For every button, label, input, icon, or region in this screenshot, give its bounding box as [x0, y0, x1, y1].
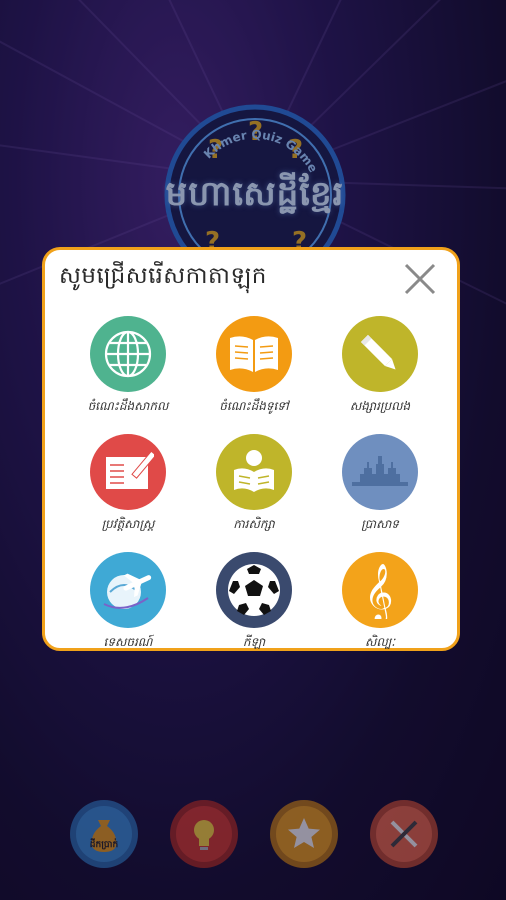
bottom-toolbar: ដីកប្រាក់: [70, 800, 440, 870]
category-item[interactable]: ចំណេះដឹងទូទៅ: [191, 316, 317, 414]
category-circle: 𝄞: [342, 552, 418, 628]
category-circle: [342, 316, 418, 392]
pencil-icon: [360, 334, 396, 370]
category-label: ចំណេះដឹងសាកល: [87, 399, 169, 413]
category-item[interactable]: ប្រាសាទ: [317, 434, 443, 532]
category-label: ការសិក្សា: [233, 517, 275, 531]
category-circle: [342, 434, 418, 510]
category-label: សិល្បៈ: [364, 635, 396, 649]
category-label: ទេសចរណ៍: [103, 635, 153, 649]
lightbulb-icon: [194, 820, 214, 850]
category-label: ប្រាសាទ: [361, 517, 399, 531]
airplane-globe-icon: [103, 573, 152, 609]
rate-button[interactable]: [270, 800, 338, 868]
category-label: ប្រវត្តិសាស្ត្រ: [101, 517, 155, 531]
category-circle: [216, 316, 292, 392]
category-label: សង្សារប្រលង: [349, 399, 411, 413]
account-label: ដីកប្រាក់: [89, 840, 119, 850]
account-button[interactable]: ដីកប្រាក់: [70, 800, 138, 868]
category-circle: [90, 316, 166, 392]
category-item[interactable]: 𝄞 សិល្បៈ: [317, 552, 443, 650]
category-circle: [216, 434, 292, 510]
dialog-title: សូមជ្រើសរើសកាតាឡុក: [59, 263, 267, 289]
category-item[interactable]: កីឡា: [191, 552, 317, 650]
temple-skyline-icon: [352, 456, 408, 486]
globe-icon: [104, 330, 152, 378]
category-item[interactable]: ប្រវត្តិសាស្ត្រ: [65, 434, 191, 532]
category-circle: [216, 552, 292, 628]
category-dialog: សូមជ្រើសរើសកាតាឡុក ចំណេះដឹងសាកល ចំណេះដឹង…: [42, 247, 460, 651]
category-circle: [90, 552, 166, 628]
category-item[interactable]: ការសិក្សា: [191, 434, 317, 532]
reading-person-icon: [234, 450, 274, 492]
svg-text:𝄞: 𝄞: [364, 563, 394, 619]
category-circle: [90, 434, 166, 510]
star-icon: [288, 818, 320, 848]
category-label: ចំណេះដឹងទូទៅ: [219, 399, 289, 413]
category-item[interactable]: ចំណេះដឹងសាកល: [65, 316, 191, 414]
close-icon: [404, 263, 436, 295]
category-item[interactable]: សង្សារប្រលង: [317, 316, 443, 414]
settings-button[interactable]: [370, 800, 438, 868]
category-grid: ចំណេះដឹងសាកល ចំណេះដឹងទូទៅ សង្សារប្រលង ប្…: [65, 316, 443, 650]
hint-button[interactable]: [170, 800, 238, 868]
close-button[interactable]: [401, 260, 439, 298]
open-book-icon: [230, 336, 278, 372]
tools-icon: [390, 820, 418, 848]
category-label: កីឡា: [242, 635, 266, 649]
treble-clef-icon: 𝄞: [364, 563, 394, 619]
notebook-pen-icon: [106, 450, 154, 489]
soccer-ball-icon: [228, 564, 280, 616]
category-item[interactable]: ទេសចរណ៍: [65, 552, 191, 650]
